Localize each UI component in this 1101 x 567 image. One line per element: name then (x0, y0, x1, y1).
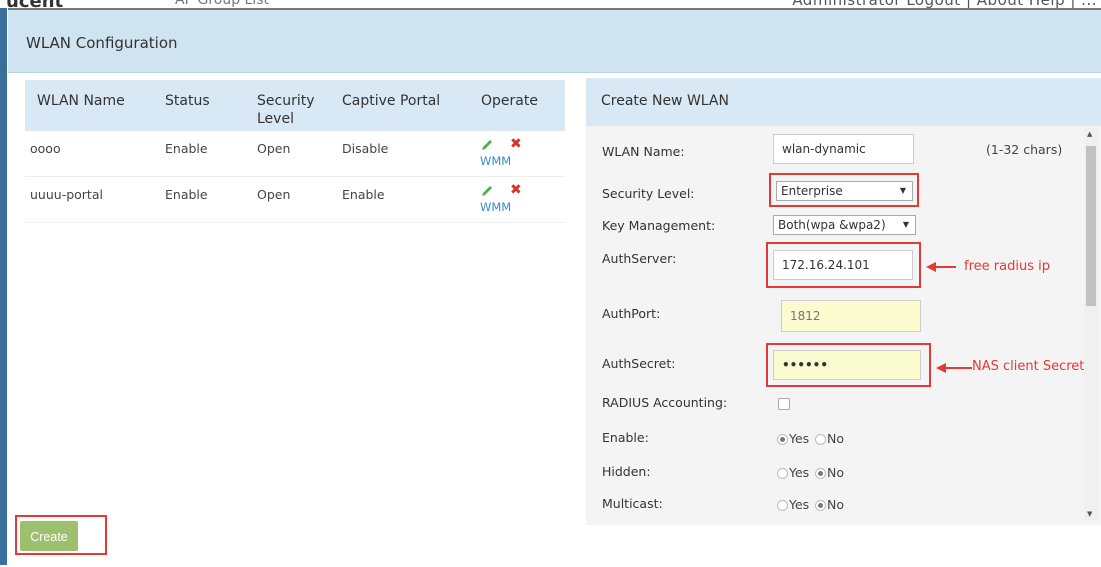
hidden-yes-radio[interactable] (777, 468, 788, 479)
cell-captive-portal: Disable (342, 141, 389, 156)
enable-yes-radio[interactable] (777, 434, 788, 445)
security-level-value: Enterprise (781, 184, 843, 198)
multicast-yes-radio[interactable] (777, 500, 788, 511)
create-button[interactable]: Create (20, 521, 78, 551)
scroll-up-icon[interactable]: ▲ (1087, 130, 1092, 138)
key-management-value: Both(wpa &wpa2) (778, 218, 886, 232)
scroll-down-icon[interactable]: ▼ (1087, 510, 1092, 518)
multicast-no-radio[interactable] (815, 500, 826, 511)
cell-security-level: Open (257, 187, 291, 202)
column-header-security-level: Security Level (257, 93, 315, 127)
form-scrollbar[interactable]: ▲ ▼ (1084, 128, 1098, 520)
column-header-status: Status (165, 93, 210, 109)
wlan-name-label: WLAN Name: (602, 144, 685, 159)
multicast-yes-label: Yes (789, 497, 810, 512)
delete-icon[interactable]: ✖ (510, 136, 522, 152)
cell-wlan-name: oooo (30, 141, 61, 156)
hidden-label: Hidden: (602, 464, 651, 479)
security-level-label: Security Level: (602, 186, 695, 201)
cell-security-level: Open (257, 141, 291, 156)
table-row: oooo Enable Open Disable ✖ WMM (25, 131, 565, 177)
auth-port-label: AuthPort: (602, 306, 661, 321)
background-sidebar (0, 8, 7, 565)
edit-icon[interactable] (480, 184, 494, 198)
wmm-link[interactable]: WMM (480, 154, 511, 168)
chevron-down-icon: ▼ (899, 186, 906, 195)
cell-wlan-name: uuuu-portal (30, 187, 103, 202)
hidden-yes-label: Yes (789, 465, 810, 480)
enable-no-label: No (827, 431, 844, 446)
wlan-name-hint: (1-32 chars) (986, 142, 1063, 157)
wlan-name-input[interactable]: wlan-dynamic (773, 134, 914, 164)
column-header-captive-portal: Captive Portal (342, 93, 441, 109)
enable-yes-label: Yes (789, 431, 810, 446)
enable-no-radio[interactable] (815, 434, 826, 445)
auth-server-input[interactable]: 172.16.24.101 (773, 250, 913, 280)
create-wlan-header: Create New WLAN (586, 78, 1101, 126)
auth-server-label: AuthServer: (602, 251, 677, 266)
cell-status: Enable (165, 187, 208, 202)
radius-accounting-checkbox[interactable] (778, 398, 790, 410)
ap-group-link[interactable]: AP Group List (175, 0, 269, 8)
chevron-down-icon: ▼ (902, 220, 909, 229)
edit-icon[interactable] (480, 138, 494, 152)
hidden-no-label: No (827, 465, 844, 480)
column-header-wlan-name: WLAN Name (37, 93, 125, 109)
multicast-no-label: No (827, 497, 844, 512)
arrow-line (934, 266, 956, 268)
create-wlan-title: Create New WLAN (601, 93, 729, 109)
auth-secret-label: AuthSecret: (602, 356, 676, 371)
column-header-operate: Operate (481, 93, 538, 109)
auth-secret-input[interactable]: •••••• (773, 350, 921, 380)
multicast-label: Multicast: (602, 496, 663, 511)
hidden-no-radio[interactable] (815, 468, 826, 479)
arrow-line (944, 367, 972, 369)
create-wlan-panel: Create New WLAN WLAN Name: wlan-dynamic … (586, 78, 1101, 525)
scroll-thumb[interactable] (1086, 146, 1096, 306)
auth-server-annotation: free radius ip (964, 259, 1050, 274)
radius-accounting-label: RADIUS Accounting: (602, 395, 728, 410)
cell-captive-portal: Enable (342, 187, 385, 202)
security-level-select[interactable]: Enterprise ▼ (776, 181, 913, 201)
auth-secret-annotation: NAS client Secret (972, 359, 1085, 374)
wmm-link[interactable]: WMM (480, 200, 511, 214)
key-management-select[interactable]: Both(wpa &wpa2) ▼ (773, 215, 916, 235)
enable-label: Enable: (602, 430, 649, 445)
key-management-label: Key Management: (602, 218, 716, 233)
table-row: uuuu-portal Enable Open Enable ✖ WMM (25, 177, 565, 223)
delete-icon[interactable]: ✖ (510, 182, 522, 198)
table-header: WLAN Name Status Security Level Captive … (25, 80, 565, 131)
wlan-configuration-dialog: WLAN Configuration WLAN Name Status Secu… (8, 8, 1101, 567)
dialog-title: WLAN Configuration (26, 34, 178, 52)
cell-status: Enable (165, 141, 208, 156)
wlan-table: WLAN Name Status Security Level Captive … (25, 80, 565, 223)
auth-port-input[interactable] (781, 300, 921, 332)
dialog-header: WLAN Configuration (8, 10, 1101, 73)
